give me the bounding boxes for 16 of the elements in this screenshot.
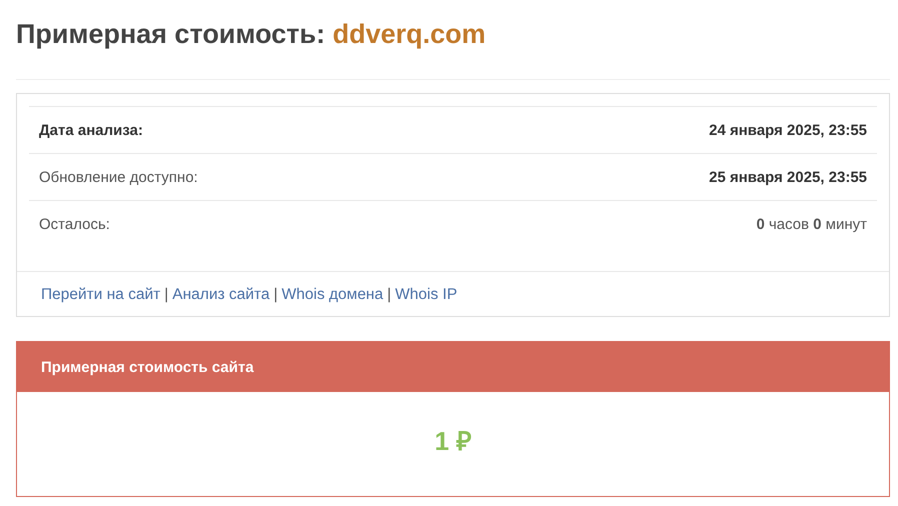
link[interactable]: Анализ сайта [172, 286, 270, 304]
link[interactable]: Whois домена [282, 286, 384, 304]
row-value: 0 часов 0 минут [756, 216, 867, 232]
price-value: 1 ₽ [434, 425, 472, 458]
link-separator: | [164, 286, 168, 304]
panel-title: Примерная стоимость сайта [41, 358, 254, 376]
row-value: 25 января 2025, 23:55 [709, 168, 867, 186]
link-separator: | [274, 286, 278, 304]
row-label: Осталось: [39, 216, 110, 232]
row-value: 24 января 2025, 23:55 [709, 122, 867, 138]
link[interactable]: Перейти на сайт [41, 286, 160, 304]
row-label: Обновление доступно: [39, 168, 198, 186]
row-label: Дата анализа: [39, 122, 143, 138]
link[interactable]: Whois IP [395, 286, 458, 304]
page-title: Примерная стоимость: ddverq.com [16, 18, 487, 51]
link-separator: | [387, 286, 392, 304]
